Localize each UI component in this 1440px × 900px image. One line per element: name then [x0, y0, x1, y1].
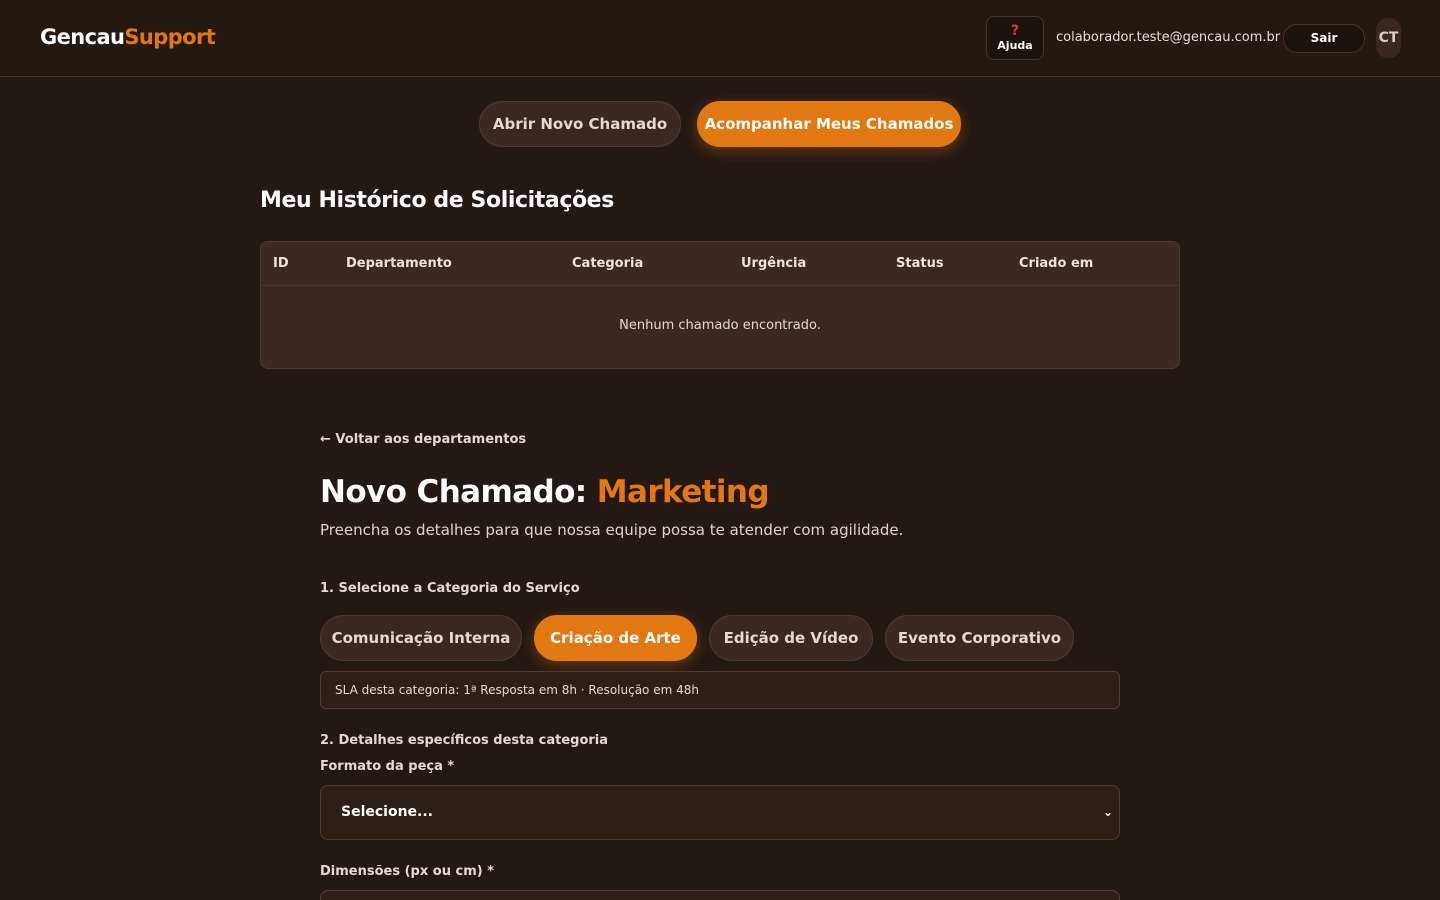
empty-state-message: Nenhum chamado encontrado.: [619, 318, 821, 333]
category-chip-art-creation[interactable]: Criação de Arte: [534, 615, 697, 661]
question-mark-icon: ?: [1010, 23, 1020, 39]
logout-button[interactable]: Sair: [1283, 24, 1365, 53]
chevron-down-icon: ⌄: [1102, 805, 1113, 819]
column-header-category[interactable]: Categoria: [572, 256, 643, 271]
form-title-department: Marketing: [596, 474, 770, 510]
dimensions-input[interactable]: [320, 890, 1120, 900]
column-header-urgency[interactable]: Urgência: [741, 256, 806, 271]
format-select-value: Selecione...: [341, 804, 434, 820]
tab-track-tickets[interactable]: Acompanhar Meus Chamados: [697, 101, 961, 147]
user-email: colaborador.teste@gencau.com.br: [1056, 30, 1281, 45]
logo-text-accent: Support: [124, 25, 216, 49]
form-title-prefix: Novo Chamado:: [320, 474, 597, 510]
help-label: Ajuda: [997, 39, 1033, 52]
column-header-department[interactable]: Departamento: [346, 256, 452, 271]
format-label: Formato da peça *: [320, 759, 455, 774]
table-header: ID Departamento Categoria Urgência Statu…: [261, 242, 1179, 286]
column-header-id[interactable]: ID: [273, 256, 289, 271]
sla-info: SLA desta categoria: 1ª Resposta em 8h ·…: [320, 671, 1120, 709]
back-to-departments-link[interactable]: ← Voltar aos departamentos: [320, 432, 526, 447]
category-chip-corporate-event[interactable]: Evento Corporativo: [885, 615, 1074, 661]
category-chip-internal-communication[interactable]: Comunicação Interna: [320, 615, 522, 661]
app-header: GencauSupport ? Ajuda colaborador.teste@…: [0, 0, 1440, 77]
format-select[interactable]: Selecione... ⌄: [320, 785, 1120, 840]
category-chip-video-editing[interactable]: Edição de Vídeo: [709, 615, 873, 661]
dimensions-label: Dimensões (px ou cm) *: [320, 864, 495, 879]
form-subtitle: Preencha os detalhes para que nossa equi…: [320, 521, 904, 539]
column-header-status[interactable]: Status: [896, 256, 944, 271]
history-title: Meu Histórico de Solicitações: [260, 188, 614, 213]
avatar[interactable]: CT: [1376, 18, 1401, 58]
help-button[interactable]: ? Ajuda: [986, 16, 1044, 60]
logo[interactable]: GencauSupport: [40, 25, 216, 49]
column-header-created[interactable]: Criado em: [1019, 256, 1093, 271]
step2-label: 2. Detalhes específicos desta categoria: [320, 733, 609, 748]
tab-open-ticket[interactable]: Abrir Novo Chamado: [479, 101, 681, 147]
history-table: ID Departamento Categoria Urgência Statu…: [260, 241, 1180, 369]
form-title: Novo Chamado: Marketing: [320, 474, 770, 510]
step1-label: 1. Selecione a Categoria do Serviço: [320, 581, 580, 596]
logo-text-main: Gencau: [40, 25, 125, 49]
